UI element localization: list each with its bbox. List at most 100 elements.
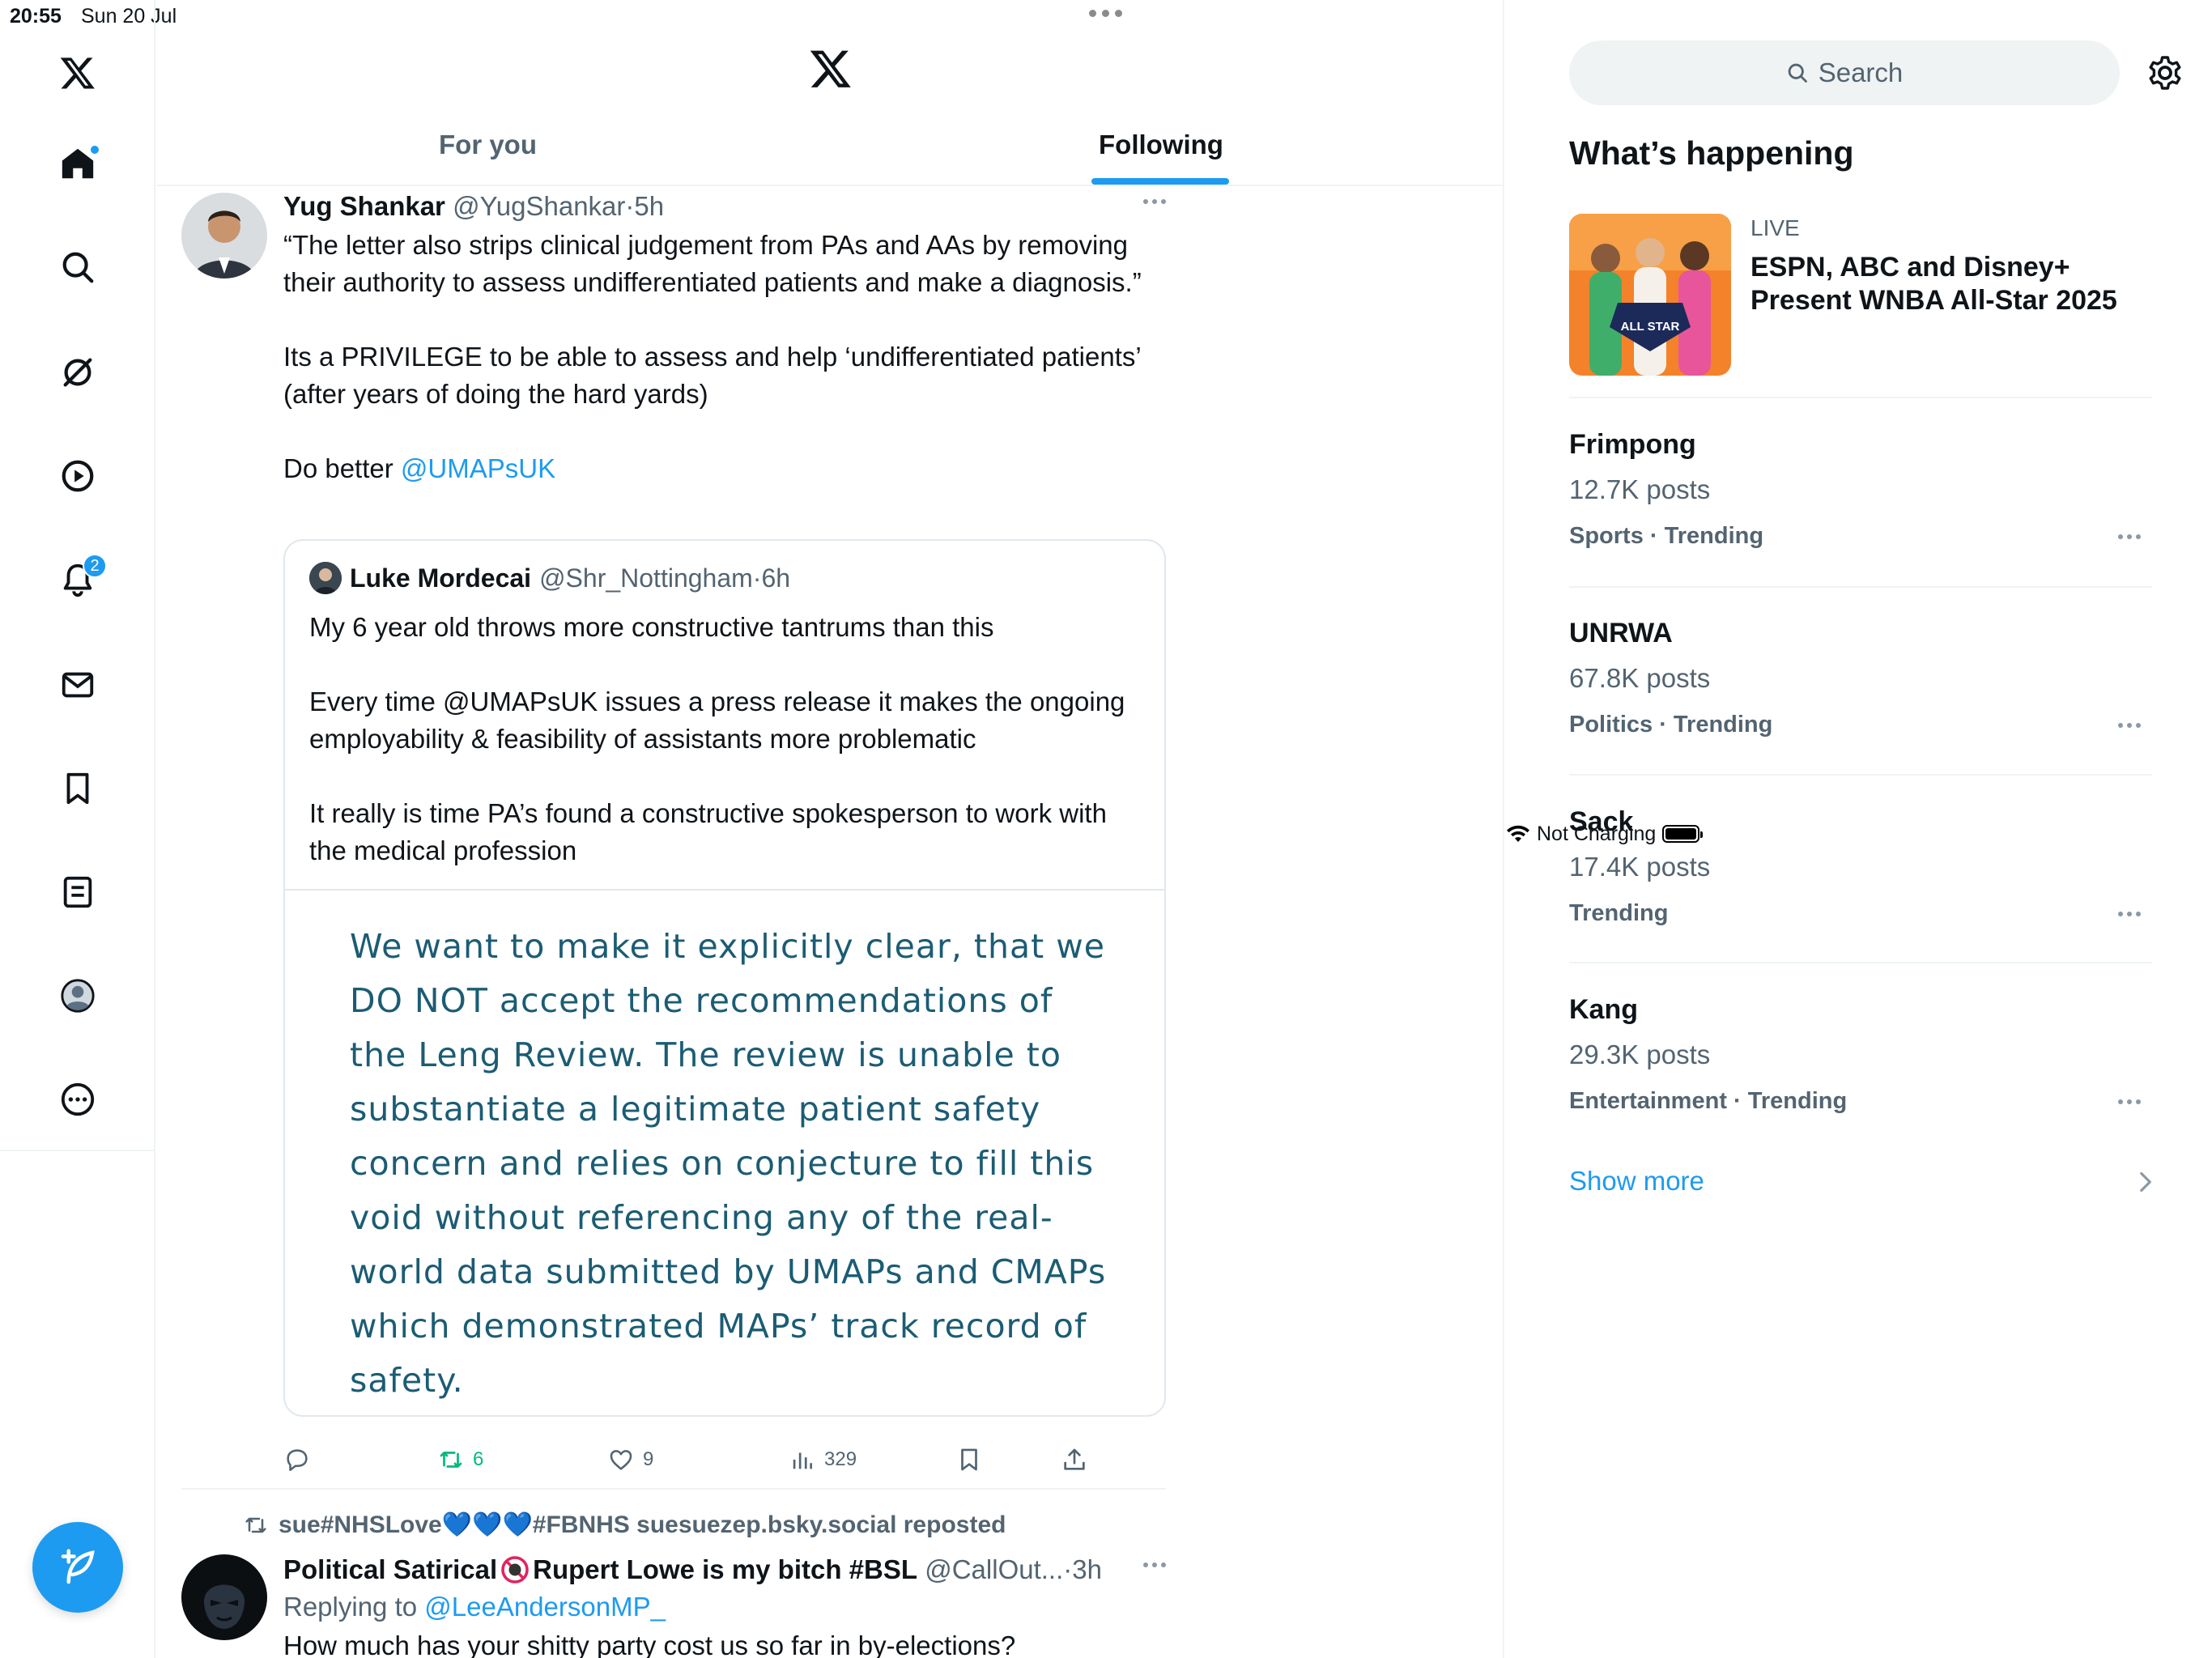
live-event-card[interactable]: ALL STAR LIVE ESPN, ABC and Disney+ Pres… bbox=[1569, 214, 2152, 376]
compose-button[interactable] bbox=[32, 1522, 123, 1613]
lists-icon[interactable] bbox=[52, 866, 104, 918]
like-button[interactable]: 9 bbox=[607, 1446, 653, 1473]
quoted-avatar bbox=[309, 562, 342, 594]
trend-name: Kang bbox=[1569, 994, 1638, 1025]
right-sidebar: Search What’s happening ALL STAR LIVE ES… bbox=[1506, 0, 2212, 1658]
separator-dot: · bbox=[752, 563, 762, 593]
trend-item[interactable]: Kang 29.3K posts Entertainment · Trendin… bbox=[1569, 994, 2152, 1156]
tweet-text-body: “The letter also strips clinical judgeme… bbox=[283, 230, 1142, 483]
home-unread-dot bbox=[89, 144, 100, 155]
repost-indicator[interactable]: sue#NHSLove💙💙💙#FBNHS suesuezep.bsky.soci… bbox=[243, 1511, 1006, 1539]
timeline-header: For you Following bbox=[157, 0, 1504, 186]
trend-divider bbox=[1569, 586, 2152, 588]
mention-link[interactable]: @UMAPsUK bbox=[401, 453, 555, 483]
search-icon bbox=[1788, 63, 1807, 83]
trend-more-icon[interactable] bbox=[2118, 534, 2141, 539]
trend-post-count: 17.4K posts bbox=[1569, 852, 1711, 882]
trend-more-icon[interactable] bbox=[2118, 1099, 2141, 1104]
author-name-suffix[interactable]: Rupert Lowe is my bitch #BSL bbox=[533, 1554, 917, 1585]
bookmark-button[interactable] bbox=[955, 1446, 983, 1473]
notifications-badge: 2 bbox=[83, 554, 107, 578]
x-logo-header-icon[interactable] bbox=[808, 50, 853, 91]
grok-icon[interactable] bbox=[52, 346, 104, 398]
repost-count: 6 bbox=[473, 1448, 484, 1470]
quoted-tweet-time: 6h bbox=[761, 563, 791, 593]
compose-icon bbox=[61, 1549, 95, 1584]
author-handle[interactable]: @CallOut... bbox=[925, 1554, 1063, 1585]
video-icon[interactable] bbox=[52, 450, 104, 502]
tweet[interactable]: Yug Shankar @YugShankar · 5h “The letter… bbox=[181, 191, 1166, 1478]
repost-icon bbox=[245, 1517, 266, 1533]
trend-item[interactable]: UNRWA 67.8K posts Politics · Trending bbox=[1569, 618, 2152, 780]
trend-post-count: 12.7K posts bbox=[1569, 474, 1711, 504]
trend-category: Sports · Trending bbox=[1569, 523, 1764, 549]
author-name[interactable]: Political Satirical bbox=[283, 1554, 497, 1585]
avatar[interactable] bbox=[181, 1554, 267, 1640]
tab-for-you[interactable]: For you bbox=[439, 130, 537, 160]
show-more-link[interactable]: Show more bbox=[1569, 1166, 1704, 1197]
x-logo-icon[interactable] bbox=[52, 47, 104, 99]
separator-dot: · bbox=[625, 191, 635, 221]
author-handle[interactable]: @YugShankar bbox=[453, 191, 625, 222]
like-count: 9 bbox=[643, 1448, 654, 1470]
share-icon bbox=[1064, 1448, 1085, 1470]
trend-item[interactable]: Frimpong 12.7K posts Sports · Trending bbox=[1569, 429, 2152, 591]
quoted-author-name: Luke Mordecai bbox=[350, 563, 532, 593]
trend-name: UNRWA bbox=[1569, 618, 1673, 648]
views-button[interactable]: 329 bbox=[789, 1446, 857, 1473]
trend-more-icon[interactable] bbox=[2118, 723, 2141, 728]
quoted-tweet-text: My 6 year old throws more constructive t… bbox=[309, 612, 1125, 865]
chevron-right-icon[interactable] bbox=[2138, 1171, 2154, 1193]
share-button[interactable] bbox=[1061, 1446, 1088, 1473]
tweet-more-icon[interactable] bbox=[1143, 1562, 1166, 1567]
tweet[interactable]: Political Satirical Rupert Lowe is my bi… bbox=[181, 1554, 1166, 1658]
trend-divider bbox=[1569, 962, 2152, 963]
messages-icon[interactable] bbox=[52, 659, 104, 711]
tweet-time[interactable]: 3h bbox=[1072, 1554, 1102, 1585]
tweet-more-icon[interactable] bbox=[1143, 199, 1166, 204]
trend-divider bbox=[1569, 397, 2152, 398]
replying-to-label: Replying to bbox=[283, 1592, 425, 1622]
quoted-tweet-header: Luke Mordecai @Shr_Nottingham · 6h bbox=[309, 562, 790, 594]
reply-button[interactable] bbox=[283, 1446, 311, 1473]
nav-divider bbox=[0, 1150, 155, 1151]
reply-icon bbox=[287, 1449, 308, 1472]
tweet-time[interactable]: 5h bbox=[634, 191, 664, 222]
repost-button[interactable]: 6 bbox=[437, 1446, 483, 1473]
repost-icon bbox=[440, 1452, 462, 1468]
trend-divider bbox=[1569, 774, 2152, 776]
avatar[interactable] bbox=[181, 193, 267, 278]
search-icon[interactable] bbox=[52, 241, 104, 293]
live-event-thumbnail: ALL STAR bbox=[1569, 214, 1731, 376]
repost-by-text: sue#NHSLove💙💙💙#FBNHS suesuezep.bsky.soci… bbox=[279, 1511, 1006, 1538]
view-count: 329 bbox=[824, 1448, 857, 1470]
replying-to: Replying to @LeeAndersonMP_ bbox=[283, 1592, 1166, 1622]
search-placeholder: Search bbox=[1818, 57, 1904, 87]
notifications-icon[interactable]: 2 bbox=[52, 554, 107, 606]
live-event-title: ESPN, ABC and Disney+ Present WNBA All-S… bbox=[1750, 252, 2117, 316]
trend-category: Entertainment · Trending bbox=[1569, 1088, 1848, 1114]
tweet-text: How much has your shitty party cost us s… bbox=[283, 1630, 1016, 1658]
tab-following[interactable]: Following bbox=[1099, 130, 1223, 160]
trend-item[interactable]: Sack 17.4K posts Trending bbox=[1569, 806, 2152, 968]
quoted-author-handle: @Shr_Nottingham bbox=[539, 563, 753, 593]
bookmark-icon bbox=[961, 1448, 977, 1471]
tweet-content: Political Satirical Rupert Lowe is my bi… bbox=[283, 1554, 1166, 1658]
trend-category: Politics · Trending bbox=[1569, 712, 1773, 738]
replying-to-link[interactable]: @LeeAndersonMP_ bbox=[424, 1592, 666, 1622]
quoted-tweet[interactable]: Luke Mordecai @Shr_Nottingham · 6h My 6 ye… bbox=[283, 539, 1166, 1417]
quoted-image-text: We want to make it explicitly clear, tha… bbox=[350, 927, 1107, 1400]
trend-post-count: 67.8K posts bbox=[1569, 663, 1711, 693]
bookmarks-icon[interactable] bbox=[52, 763, 104, 814]
home-icon[interactable] bbox=[52, 138, 104, 189]
live-label: LIVE bbox=[1750, 215, 1800, 240]
tweet-text: “The letter also strips clinical judgeme… bbox=[283, 227, 1166, 487]
trend-name: Frimpong bbox=[1569, 429, 1696, 460]
more-icon[interactable] bbox=[52, 1073, 104, 1125]
profile-icon[interactable] bbox=[52, 970, 104, 1022]
trend-more-icon[interactable] bbox=[2118, 912, 2141, 916]
gear-icon[interactable] bbox=[2146, 53, 2184, 92]
search-input[interactable]: Search bbox=[1569, 40, 2120, 105]
author-name[interactable]: Yug Shankar bbox=[283, 191, 445, 222]
no-entry-18-icon bbox=[501, 1556, 529, 1584]
